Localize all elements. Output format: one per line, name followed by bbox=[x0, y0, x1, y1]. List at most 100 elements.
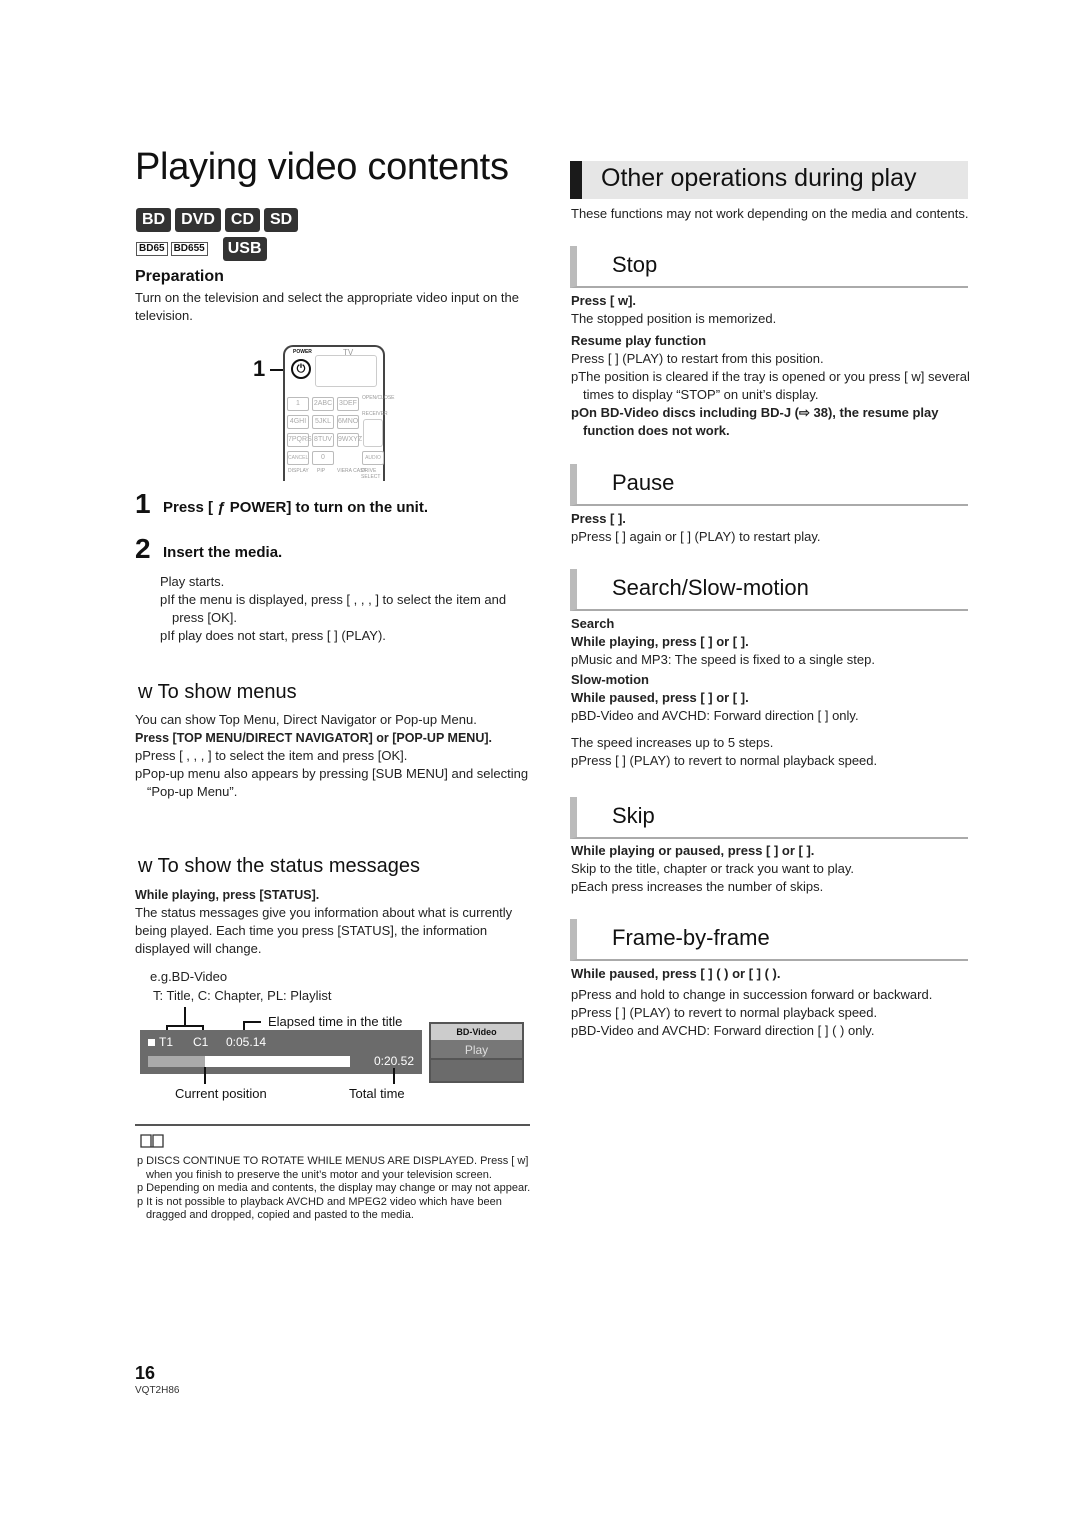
note-item: p It is not possible to playback AVCHD a… bbox=[137, 1195, 502, 1222]
remote-key-3: 3DEF bbox=[337, 397, 359, 411]
resume-text: Press [ ] (PLAY) to restart from this po… bbox=[571, 351, 824, 366]
speed-revert-bullet: pPress [ ] (PLAY) to revert to normal pl… bbox=[571, 753, 878, 768]
badge-bd655: BD655 bbox=[170, 242, 208, 256]
status-title: T1 bbox=[159, 1035, 174, 1049]
remote-callout-number: 1 bbox=[253, 356, 266, 381]
remote-key-8: 8TUV bbox=[312, 433, 334, 447]
page-title: Playing video contents bbox=[135, 146, 509, 188]
frame-bullet-revert: pPress [ ] (PLAY) to revert to normal pl… bbox=[571, 1005, 878, 1020]
remote-label-receiver: RECEIVER bbox=[362, 411, 388, 417]
speed-steps-text: The speed increases up to 5 steps. bbox=[571, 735, 774, 750]
remote-label-drive-select: DRIVE SELECT bbox=[361, 468, 381, 480]
search-instruction: While playing, press [ ] or [ ]. bbox=[571, 634, 749, 649]
show-menus-heading: w To show menus bbox=[138, 681, 297, 703]
search-slow-body: Search While playing, press [ ] or [ ]. … bbox=[571, 615, 971, 770]
menu-displayed-note: pIf the menu is displayed, press [ , , ,… bbox=[160, 592, 507, 625]
status-instruction: While playing, press [STATUS]. bbox=[135, 888, 320, 902]
badge-usb: USB bbox=[222, 237, 267, 261]
progress-bar-fill bbox=[148, 1056, 205, 1067]
skip-text: Skip to the title, chapter or track you … bbox=[571, 861, 855, 876]
remote-key-cancel: CANCEL bbox=[287, 451, 309, 465]
remote-key-4: 4GHI bbox=[287, 415, 309, 429]
remote-tv-group bbox=[315, 355, 377, 387]
stop-body: Press [ w]. The stopped position is memo… bbox=[571, 292, 971, 440]
example-label: e.g.BD-Video bbox=[150, 969, 228, 984]
preparation-title: Preparation bbox=[135, 268, 224, 285]
playback-media-type: BD-Video bbox=[431, 1024, 522, 1040]
status-description: The status messages give you information… bbox=[135, 905, 513, 956]
playback-state-box: BD-Video Play bbox=[429, 1022, 524, 1083]
frame-by-frame-heading-text: Frame-by-frame bbox=[612, 925, 770, 950]
status-info-row: T1 C1 0:05.14 bbox=[148, 1035, 266, 1049]
pause-heading-text: Pause bbox=[612, 470, 675, 495]
frame-bullet-hold: pPress and hold to change in succession … bbox=[571, 987, 933, 1002]
status-messages-body: While playing, press [STATUS]. The statu… bbox=[135, 886, 535, 958]
skip-heading: Skip bbox=[570, 797, 968, 839]
playback-state: Play bbox=[431, 1040, 522, 1060]
status-elapsed-time: 0:05.14 bbox=[226, 1035, 267, 1049]
badge-cd: CD bbox=[224, 208, 260, 232]
pause-body: Press [ ]. pPress [ ] again or [ ] (PLAY… bbox=[571, 510, 971, 546]
stop-square-icon bbox=[148, 1039, 155, 1046]
pause-bullet: pPress [ ] again or [ ] (PLAY) to restar… bbox=[571, 529, 821, 544]
remote-label-display: DISPLAY bbox=[288, 468, 309, 474]
step-2-number: 2 bbox=[135, 533, 151, 564]
remote-key-audio: AUDIO bbox=[362, 451, 384, 465]
play-not-start-note: pIf play does not start, press [ ] (PLAY… bbox=[160, 628, 386, 643]
remote-key-0: 0 bbox=[312, 451, 334, 465]
menus-instruction: Press [TOP MENU/DIRECT NAVIGATOR] or [PO… bbox=[135, 731, 492, 745]
frame-instruction: While paused, press [ ] ( ) or [ ] ( ). bbox=[571, 966, 781, 981]
remote-key-5: 5JKL bbox=[312, 415, 334, 429]
step-2-body: Play starts. pIf the menu is displayed, … bbox=[160, 573, 530, 645]
remote-label-open-close: OPEN/CLOSE bbox=[362, 395, 395, 401]
step-2-text: Insert the media. bbox=[163, 544, 283, 561]
power-icon: ⏻ bbox=[291, 359, 311, 379]
frame-by-frame-body: While paused, press [ ] ( ) or [ ] ( ). … bbox=[571, 965, 971, 1040]
section-heading-other-operations: Other operations during play bbox=[570, 161, 968, 199]
stop-heading: Stop bbox=[570, 246, 968, 288]
play-starts-text: Play starts. bbox=[160, 574, 225, 589]
skip-bullet: pEach press increases the number of skip… bbox=[571, 879, 824, 894]
search-slow-heading: Search/Slow-motion bbox=[570, 569, 968, 611]
remote-key-9: 9WXYZ bbox=[337, 433, 362, 447]
page-number: 16 bbox=[135, 1363, 156, 1383]
stop-heading-text: Stop bbox=[612, 252, 658, 277]
note-item: p DISCS CONTINUE TO ROTATE WHILE MENUS A… bbox=[137, 1155, 529, 1181]
search-bullet: pMusic and MP3: The speed is fixed to a … bbox=[571, 652, 875, 667]
badge-dvd: DVD bbox=[175, 208, 221, 232]
stop-text: The stopped position is memorized. bbox=[571, 311, 777, 326]
remote-label-pip: PIP bbox=[317, 468, 326, 474]
elapsed-time-label: Elapsed time in the title bbox=[268, 1014, 403, 1029]
skip-instruction: While playing or paused, press [ ] or [ … bbox=[571, 843, 815, 858]
remote-key-1: 1 bbox=[287, 397, 309, 411]
notes-divider bbox=[135, 1124, 530, 1126]
skip-heading-text: Skip bbox=[612, 803, 655, 828]
step-1-number: 1 bbox=[135, 488, 151, 519]
slow-motion-bullet: pBD-Video and AVCHD: Forward direction [… bbox=[571, 708, 859, 723]
show-menus-body: You can show Top Menu, Direct Navigator … bbox=[135, 711, 535, 801]
resume-bullet-cleared: pThe position is cleared if the tray is … bbox=[571, 369, 970, 402]
remote-key-7: 7PQRS bbox=[287, 433, 312, 447]
legend-pointer-line bbox=[184, 1007, 186, 1026]
frame-bullet-direction: pBD-Video and AVCHD: Forward direction [… bbox=[571, 1023, 875, 1038]
notes-list: p DISCS CONTINUE TO ROTATE WHILE MENUS A… bbox=[137, 1155, 532, 1223]
pause-heading: Pause bbox=[570, 464, 968, 506]
media-badges: BD DVD CD SD bbox=[136, 208, 299, 232]
slow-motion-label: Slow-motion bbox=[571, 672, 649, 687]
menus-bullet-select: pPress [ , , , ] to select the item and … bbox=[135, 748, 408, 763]
progress-bar bbox=[148, 1056, 350, 1067]
preparation-text: Turn on the television and select the ap… bbox=[135, 290, 519, 323]
search-slow-heading-text: Search/Slow-motion bbox=[612, 575, 809, 600]
stop-instruction: Press [ w]. bbox=[571, 293, 637, 308]
remote-power-label: POWER bbox=[293, 349, 312, 355]
heading-accent-bar bbox=[570, 161, 582, 199]
search-label: Search bbox=[571, 616, 615, 631]
menus-bullet-popup: pPop-up menu also appears by pressing [S… bbox=[135, 766, 529, 799]
badge-bd65: BD65 bbox=[136, 242, 168, 256]
status-chapter: C1 bbox=[193, 1035, 209, 1049]
remote-key-2: 2ABC bbox=[312, 397, 334, 411]
remote-key-6: 6MNO bbox=[337, 415, 359, 429]
section-heading-text: Other operations during play bbox=[601, 164, 917, 192]
document-code: VQT2H86 bbox=[135, 1385, 180, 1396]
menus-intro: You can show Top Menu, Direct Navigator … bbox=[135, 712, 477, 727]
